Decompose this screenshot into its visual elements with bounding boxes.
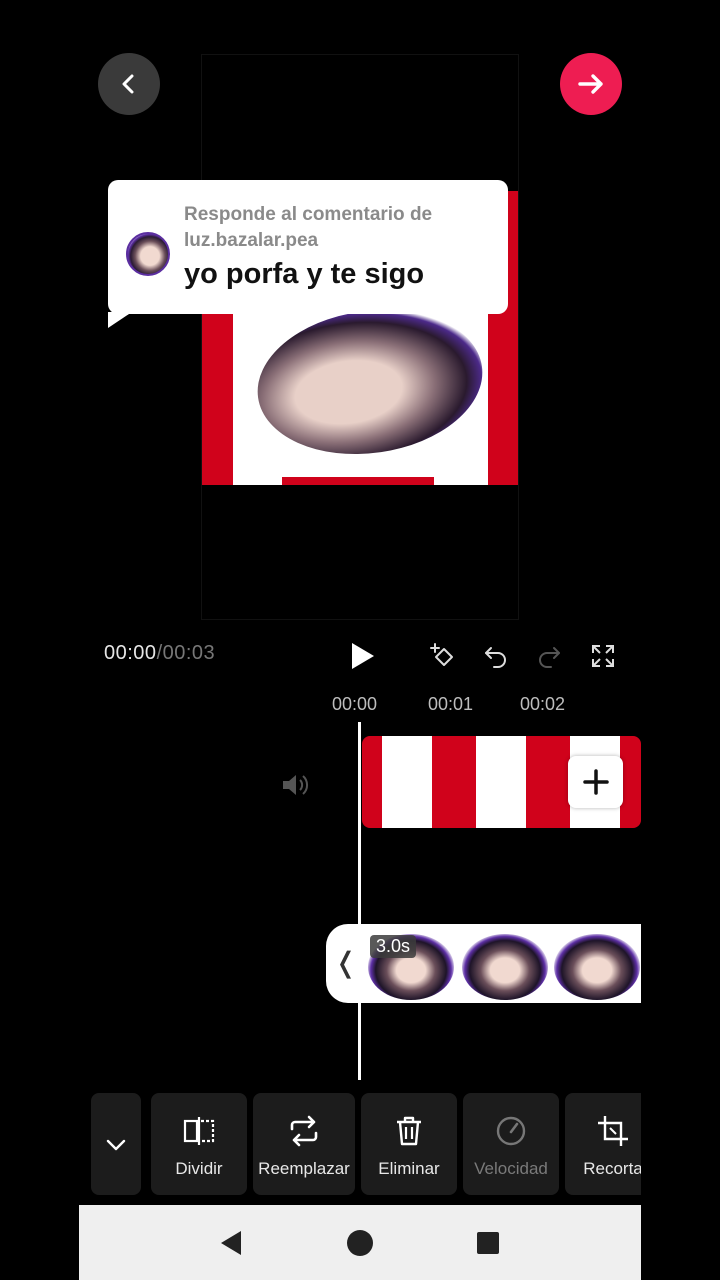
nav-back-button[interactable] (217, 1229, 245, 1262)
trim-handle[interactable]: ❬ (334, 946, 357, 979)
total-time: 00:03 (162, 642, 216, 664)
clip-duration-badge: 3.0s (370, 935, 417, 958)
add-clip-button[interactable] (568, 756, 623, 808)
commenter-avatar (126, 232, 170, 276)
crop-button[interactable]: Recorta (565, 1093, 641, 1195)
ruler-tick: 00:02 (520, 694, 566, 714)
next-button[interactable] (560, 53, 622, 115)
system-nav-bar (79, 1205, 641, 1280)
comment-reply-sticker[interactable]: Responde al comentario de luz.bazalar.pe… (108, 180, 508, 328)
chevron-left-icon (122, 74, 134, 94)
back-button[interactable] (98, 53, 160, 115)
undo-button[interactable] (480, 640, 512, 672)
circle-home-icon (347, 1230, 373, 1256)
playhead[interactable] (358, 722, 361, 1080)
delete-label: Eliminar (378, 1159, 440, 1178)
split-label: Dividir (175, 1159, 223, 1178)
plus-icon (582, 769, 609, 795)
play-button[interactable] (346, 640, 378, 672)
crop-icon (598, 1116, 628, 1146)
fullscreen-button[interactable] (587, 640, 619, 672)
split-icon (183, 1117, 215, 1145)
replace-icon (290, 1115, 318, 1147)
clip-thumbnail (462, 934, 548, 1000)
mute-audio-button[interactable] (280, 772, 312, 803)
trash-icon (397, 1116, 421, 1146)
triangle-back-icon (221, 1231, 241, 1255)
video-preview[interactable] (201, 54, 519, 620)
comment-reply-header: Responde al comentario de luz.bazalar.pe… (184, 204, 433, 251)
collapse-toolbar-button[interactable] (91, 1093, 141, 1195)
comment-text: yo porfa y te sigo (184, 258, 425, 290)
redo-icon (539, 647, 560, 668)
undo-icon (485, 647, 506, 668)
speed-icon (496, 1116, 526, 1146)
speed-label: Velocidad (474, 1159, 548, 1178)
edit-toolbar: Dividir Reemplazar Eliminar Velocidad Re… (79, 1093, 641, 1197)
ruler-tick: 00:00 (332, 694, 378, 714)
keyframe-button[interactable] (427, 640, 459, 672)
replace-button[interactable]: Reemplazar (253, 1093, 355, 1195)
chevron-down-icon (106, 1139, 126, 1151)
fullscreen-icon (592, 645, 614, 667)
keyframe-add-icon (430, 643, 453, 666)
arrow-right-icon (578, 74, 603, 94)
delete-button[interactable]: Eliminar (361, 1093, 457, 1195)
redo-button[interactable] (533, 640, 565, 672)
time-display: 00:00/00:03 (104, 642, 215, 665)
play-icon (352, 643, 374, 669)
replace-label: Reemplazar (258, 1159, 350, 1178)
bubble-tail (108, 312, 132, 328)
current-time: 00:00 (104, 642, 157, 664)
nav-home-button[interactable] (346, 1229, 374, 1262)
split-button[interactable]: Dividir (151, 1093, 247, 1195)
speed-button[interactable]: Velocidad (463, 1093, 559, 1195)
clip-thumbnail (554, 934, 640, 1000)
ruler-tick: 00:01 (428, 694, 474, 714)
nav-recents-button[interactable] (476, 1231, 500, 1260)
speaker-icon (283, 775, 309, 795)
square-recents-icon (477, 1232, 499, 1254)
crop-label: Recorta (583, 1159, 641, 1178)
